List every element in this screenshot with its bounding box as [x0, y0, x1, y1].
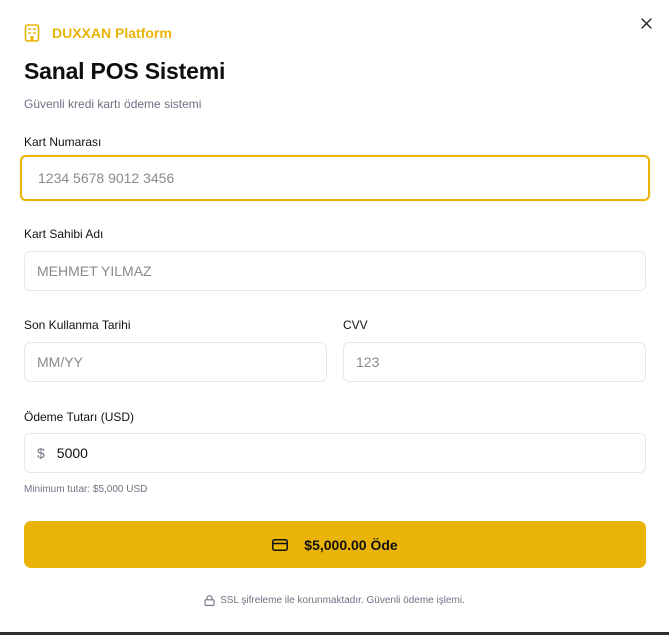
expiry-label: Son Kullanma Tarihi	[24, 318, 131, 332]
dialog-subtitle: Güvenli kredi kartı ödeme sistemi	[24, 97, 202, 111]
expiry-input[interactable]	[37, 354, 326, 370]
card-number-label: Kart Numarası	[24, 135, 102, 149]
security-text: SSL şifreleme ile korunmaktadır. Güvenli…	[220, 595, 465, 606]
amount-label: Ödeme Tutarı (USD)	[24, 410, 135, 424]
cvv-field[interactable]	[343, 342, 646, 382]
card-holder-input[interactable]	[37, 263, 645, 279]
brand: DUXXAN Platform	[24, 23, 172, 42]
card-number-field[interactable]	[20, 155, 650, 201]
building-icon	[24, 23, 42, 42]
security-note: SSL şifreleme ile korunmaktadır. Güvenli…	[0, 595, 669, 606]
lock-icon	[204, 595, 215, 606]
currency-symbol: $	[37, 445, 45, 461]
card-holder-label: Kart Sahibi Adı	[24, 227, 104, 241]
dialog-title: Sanal POS Sistemi	[24, 58, 226, 84]
pay-button-label: $5,000.00 Öde	[304, 536, 398, 553]
credit-card-icon	[272, 538, 289, 551]
close-icon	[640, 17, 652, 29]
close-button[interactable]	[638, 15, 654, 31]
expiry-field[interactable]	[24, 342, 327, 382]
cvv-input[interactable]	[356, 354, 645, 370]
pay-button[interactable]: $5,000.00 Öde	[24, 521, 646, 568]
cvv-label: CVV	[343, 318, 368, 332]
brand-name: DUXXAN Platform	[52, 24, 172, 41]
card-holder-field[interactable]	[24, 251, 646, 291]
amount-input[interactable]	[56, 445, 645, 461]
card-number-input[interactable]	[38, 170, 648, 186]
payment-dialog: DUXXAN Platform Sanal POS Sistemi Güvenl…	[0, 0, 669, 632]
amount-field[interactable]: $	[24, 433, 646, 473]
amount-hint: Minimum tutar: $5,000 USD	[24, 484, 148, 495]
